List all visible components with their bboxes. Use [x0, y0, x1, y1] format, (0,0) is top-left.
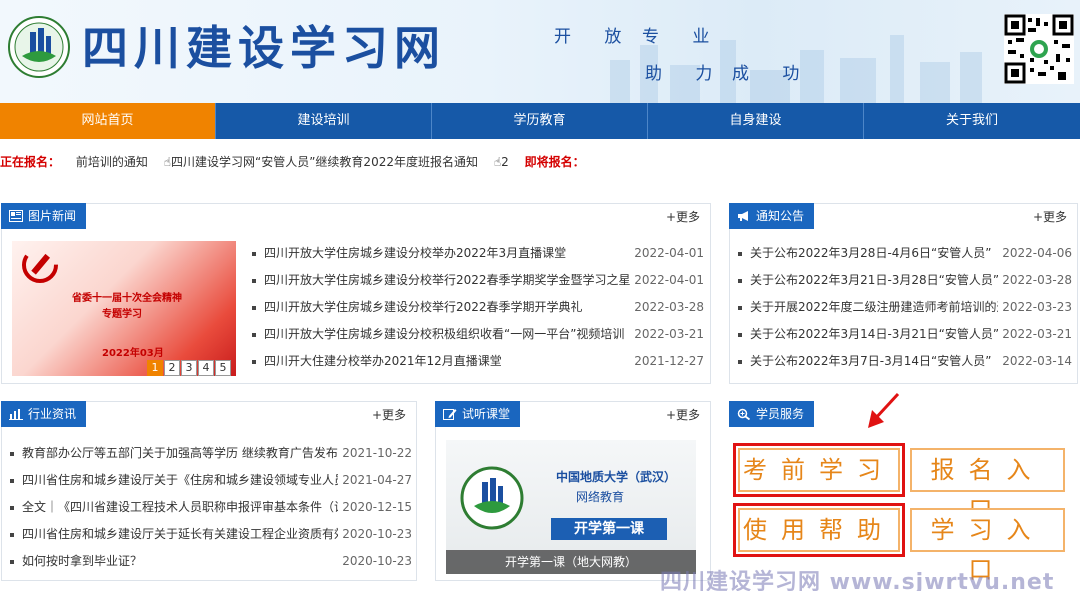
list-item[interactable]: 关于公布2022年3月28日-4月6日“安管人员” 2022-04-06 [736, 240, 1072, 267]
trial-more-link[interactable]: +更多 [666, 406, 700, 423]
industry-news-title: 行业资讯 [28, 407, 77, 421]
slogan-assist: 助 力 [645, 64, 727, 84]
trial-class-panel: 试听课堂 +更多 中国地质大学（武汉） 网络教育 开学第一课 开学第一课（地大网… [435, 401, 711, 581]
student-service-tab[interactable]: 学员服务 [729, 401, 815, 427]
photo-news-panel: 图片新闻 +更多 省委十一届十次全会精神 专题学习 2022年03月 1 2 3… [1, 203, 711, 384]
slide-pager: 1 2 3 4 5 [147, 360, 231, 376]
notices-list: 关于公布2022年3月28日-4月6日“安管人员” 2022-04-06 关于公布… [736, 240, 1072, 375]
video-caption[interactable]: 开学第一课（地大网教） [446, 550, 696, 574]
enrolling-label: 正在报名： [0, 155, 61, 169]
list-item[interactable]: 关于公布2022年3月21日-3月28日“安管人员” 2022-03-28 [736, 267, 1072, 294]
video-subtitle: 网络教育 [576, 490, 625, 504]
trial-class-title: 试听课堂 [462, 407, 511, 421]
site-title[interactable]: 四川建设学习网 [82, 20, 446, 76]
list-item[interactable]: 关于开展2022年度二级注册建造师考前培训的通 2022-03-23 [736, 294, 1072, 321]
nav-academic-education[interactable]: 学历教育 [432, 103, 648, 139]
industry-news-tab[interactable]: 行业资讯 [1, 401, 87, 427]
list-item[interactable]: 四川开放大学住房城乡建设分校举办2022年3月直播课堂 2022-04-01 [250, 240, 704, 267]
list-item[interactable]: 如何按时拿到毕业证？ 2020-10-23 [8, 548, 412, 575]
bar-chart-icon [9, 409, 23, 420]
site-logo-icon[interactable] [8, 16, 70, 78]
video-university-name: 中国地质大学（武汉） [556, 470, 677, 484]
photo-news-tab[interactable]: 图片新闻 [1, 203, 87, 229]
photo-news-more-link[interactable]: +更多 [666, 208, 700, 225]
edit-icon [443, 409, 457, 420]
newspaper-icon [9, 210, 23, 222]
party-emblem-icon [22, 247, 58, 283]
student-service-title: 学员服务 [756, 407, 805, 421]
bullet-icon [252, 333, 256, 337]
list-item[interactable]: 关于公布2022年3月7日-3月14日“安管人员” 2022-03-14 [736, 348, 1072, 375]
notices-title: 通知公告 [756, 209, 805, 223]
main-nav: 网站首页 建设培训 学历教育 自身建设 关于我们 [0, 103, 1080, 139]
bullet-icon [252, 252, 256, 256]
list-item[interactable]: 四川开大住建分校举办2021年12月直播课堂 2021-12-27 [250, 348, 704, 375]
list-item[interactable]: 四川省住房和城乡建设厅关于《住房和城乡建设领域专业人员 2021-04-27 [8, 467, 412, 494]
upcoming-label: 即将报名： [524, 155, 585, 169]
list-item[interactable]: 四川省住房和城乡建设厅关于延长有关建设工程企业资质有效 2020-10-23 [8, 521, 412, 548]
pager-page[interactable]: 2 [164, 360, 180, 376]
study-entry-button[interactable]: 学习入口 [910, 508, 1065, 584]
industry-more-link[interactable]: +更多 [372, 406, 406, 423]
bullet-icon [252, 360, 256, 364]
industry-news-list: 教育部办公厅等五部门关于加强高等学历 继续教育广告发布 2021-10-22 四川… [8, 440, 412, 575]
ticker-item[interactable]: ☝2 [494, 155, 509, 169]
ticker-item[interactable]: 前培训的通知 [76, 155, 148, 169]
qr-code-icon [1004, 14, 1074, 84]
site-watermark: 四川建设学习网 www.sjwrtvu.net [660, 570, 1055, 591]
pager-page[interactable]: 4 [198, 360, 214, 376]
list-item[interactable]: 四川开放大学住房城乡建设分校举行2022春季学期开学典礼 2022-03-28 [250, 294, 704, 321]
bullet-icon [10, 479, 14, 483]
nav-self-development[interactable]: 自身建设 [648, 103, 864, 139]
ticker-item[interactable]: ☝四川建设学习网“安管人员”继续教育2022年度班报名通知 [164, 155, 478, 169]
notices-more-link[interactable]: +更多 [1033, 208, 1067, 225]
nav-about-us[interactable]: 关于我们 [864, 103, 1080, 139]
bullet-icon [738, 252, 742, 256]
enrollment-ticker: 正在报名： 前培训的通知 ☝四川建设学习网“安管人员”继续教育2022年度班报名… [0, 148, 1080, 176]
slogan-success: 成 功 [732, 64, 814, 84]
bullet-icon [252, 279, 256, 283]
registration-entry-button[interactable]: 报名入口 [910, 448, 1065, 524]
bullet-icon [10, 452, 14, 456]
red-arrow-annotation-icon [868, 392, 900, 428]
pager-page[interactable]: 1 [147, 360, 163, 376]
megaphone-icon [738, 211, 748, 221]
bullet-icon [738, 279, 742, 283]
nav-construction-training[interactable]: 建设培训 [216, 103, 432, 139]
slide-caption-date: 2022年03月 [102, 348, 164, 359]
trial-video-thumbnail[interactable]: 中国地质大学（武汉） 网络教育 开学第一课 开学第一课（地大网教） [446, 440, 696, 574]
photo-news-title: 图片新闻 [28, 209, 77, 223]
trial-class-tab[interactable]: 试听课堂 [435, 401, 521, 427]
search-icon [737, 408, 751, 420]
bullet-icon [738, 306, 742, 310]
site-header: 四川建设学习网 开 放 专 业 助 力 成 功 [0, 0, 1080, 103]
user-help-button[interactable]: 使用帮助 [733, 503, 905, 557]
list-item[interactable]: 四川开放大学住房城乡建设分校积极组织收看“一网一平台”视频培训 2022-03-2… [250, 321, 704, 348]
notices-panel: 通知公告 +更多 关于公布2022年3月28日-4月6日“安管人员” 2022-0… [729, 203, 1078, 384]
slogan-professional: 专 业 [642, 27, 724, 47]
university-logo-icon [460, 466, 524, 530]
industry-news-panel: 行业资讯 +更多 教育部办公厅等五部门关于加强高等学历 继续教育广告发布 2021… [1, 401, 417, 581]
slide-caption-subtitle: 专题学习 [102, 309, 142, 320]
bullet-icon [738, 360, 742, 364]
slide-caption-title: 省委十一届十次全会精神 [72, 293, 182, 304]
slogan-open: 开 放 [554, 27, 636, 47]
list-item[interactable]: 关于公布2022年3月14日-3月21日“安管人员” 2022-03-21 [736, 321, 1072, 348]
exam-prep-button[interactable]: 考前学习 [733, 443, 905, 497]
bullet-icon [738, 333, 742, 337]
pager-page[interactable]: 5 [215, 360, 231, 376]
list-item[interactable]: 四川开放大学住房城乡建设分校举行2022春季学期奖学金暨学习之星表 2022-04… [250, 267, 704, 294]
video-first-lesson-badge: 开学第一课 [551, 518, 667, 540]
bullet-icon [10, 560, 14, 564]
notices-tab[interactable]: 通知公告 [729, 203, 815, 229]
nav-home[interactable]: 网站首页 [0, 103, 216, 139]
bullet-icon [252, 306, 256, 310]
pager-page[interactable]: 3 [181, 360, 197, 376]
photo-news-list: 四川开放大学住房城乡建设分校举办2022年3月直播课堂 2022-04-01 四川… [250, 240, 704, 375]
list-item[interactable]: 全文｜《四川省建设工程技术人员职称申报评审基本条件（试 2020-12-15 [8, 494, 412, 521]
bullet-icon [10, 533, 14, 537]
list-item[interactable]: 教育部办公厅等五部门关于加强高等学历 继续教育广告发布 2021-10-22 [8, 440, 412, 467]
bullet-icon [10, 506, 14, 510]
photo-news-slide[interactable]: 省委十一届十次全会精神 专题学习 2022年03月 [12, 241, 236, 376]
